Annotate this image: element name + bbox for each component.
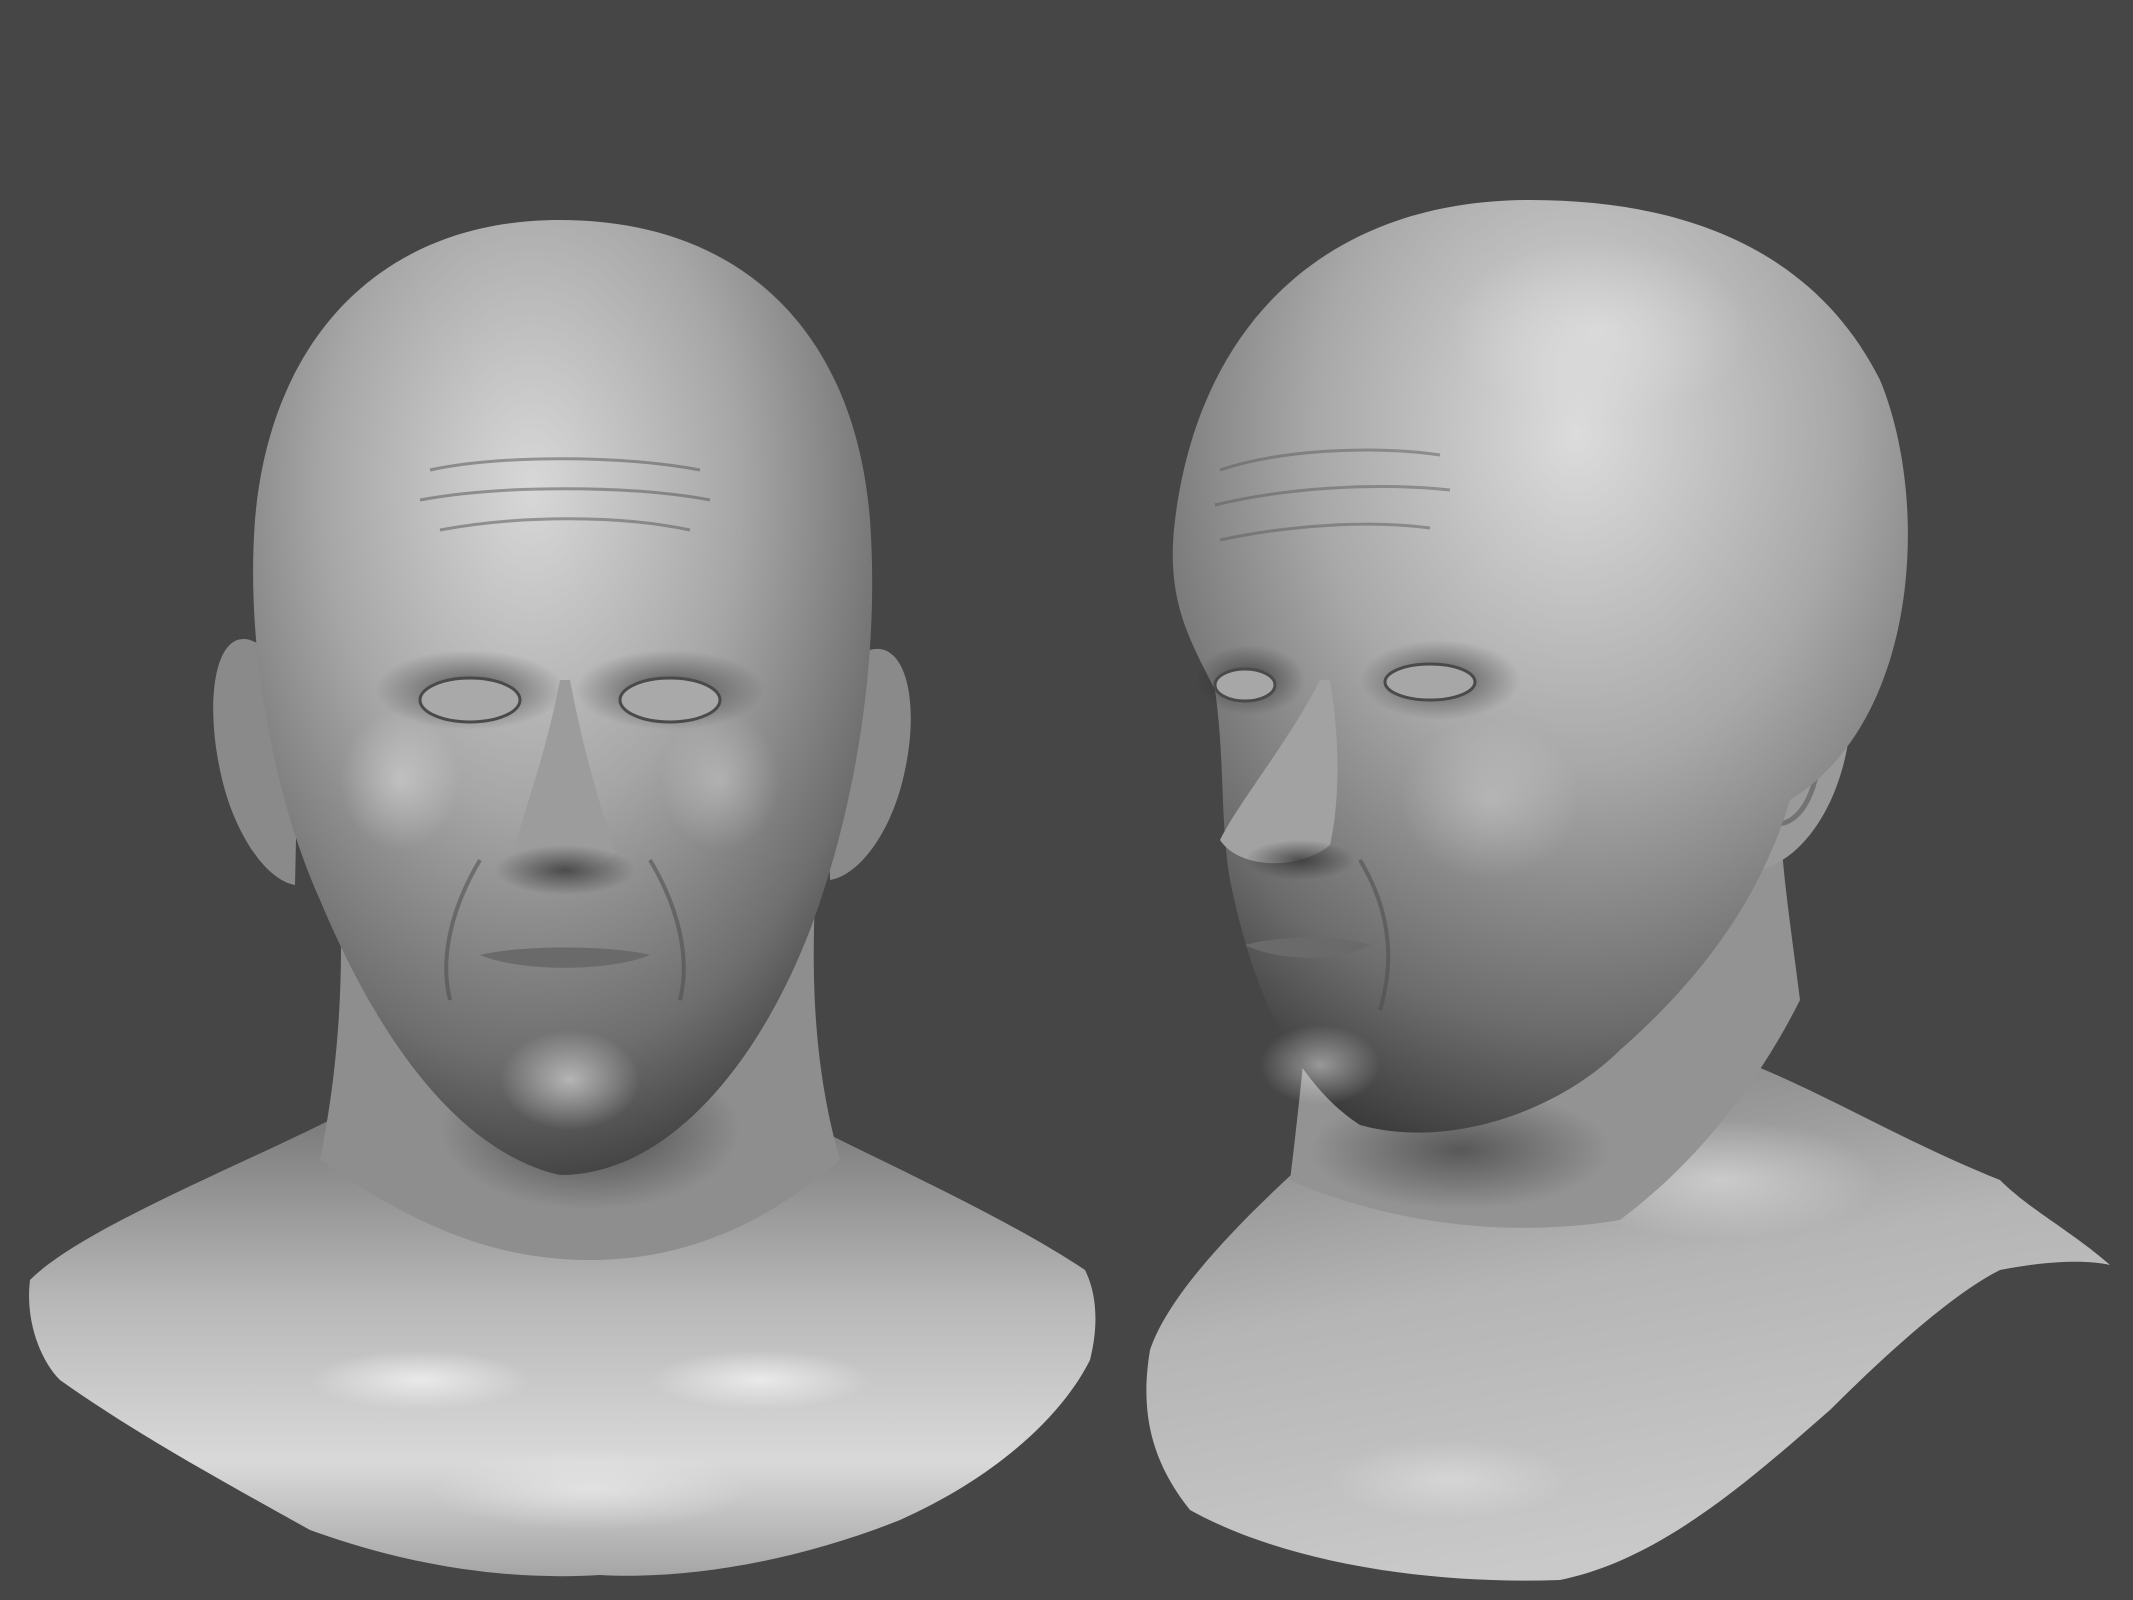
front-left-eye bbox=[418, 676, 522, 724]
sculpt-render-canvas bbox=[29, 200, 2110, 1581]
three-quarter-right-eye bbox=[1383, 662, 1477, 702]
sculpted-head-three-quarter bbox=[1146, 200, 2110, 1581]
render-viewport bbox=[0, 0, 2133, 1600]
sculpted-head-front bbox=[29, 220, 1096, 1577]
three-quarter-left-eye bbox=[1213, 667, 1277, 703]
